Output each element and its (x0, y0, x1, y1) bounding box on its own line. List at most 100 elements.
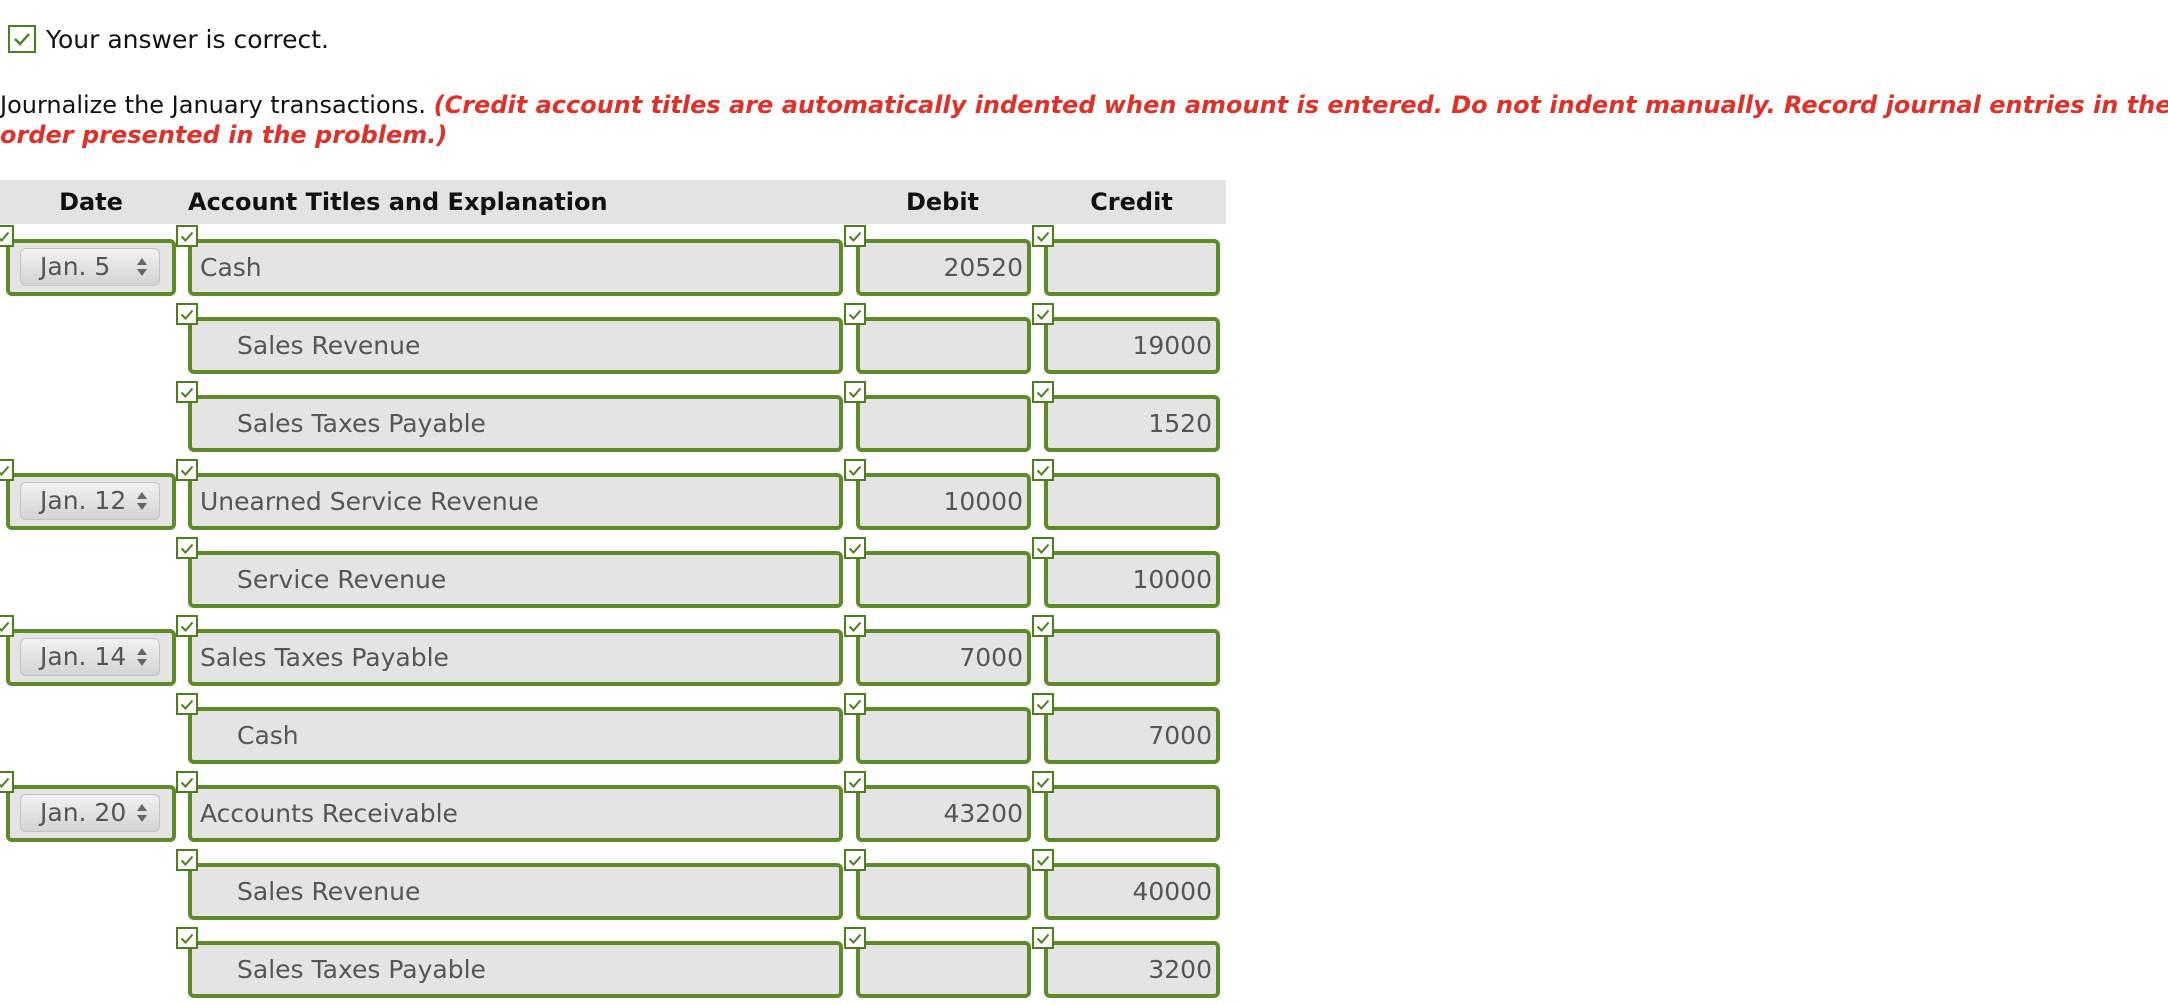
credit-check-icon (1032, 303, 1054, 325)
credit-input[interactable] (1044, 473, 1220, 530)
credit-check-icon (1032, 537, 1054, 559)
answer-status: Your answer is correct. (8, 22, 329, 56)
table-header: Date Account Titles and Explanation Debi… (0, 180, 1226, 224)
spinner-icon (137, 258, 147, 276)
debit-check-icon (844, 615, 866, 637)
account-column-header: Account Titles and Explanation (188, 188, 608, 216)
account-check-icon (176, 927, 198, 949)
date-value: Jan. 12 (40, 486, 127, 515)
debit-check-icon (844, 849, 866, 871)
debit-input[interactable] (856, 863, 1031, 920)
account-check-icon (176, 537, 198, 559)
account-title-input[interactable]: Service Revenue (188, 551, 843, 608)
credit-input[interactable]: 7000 (1044, 707, 1220, 764)
date-value: Jan. 14 (40, 642, 127, 671)
date-select[interactable]: Jan. 5 (6, 239, 176, 296)
check-icon (8, 25, 36, 53)
account-title-input[interactable]: Cash (188, 239, 843, 296)
credit-check-icon (1032, 459, 1054, 481)
credit-check-icon (1032, 771, 1054, 793)
debit-input[interactable]: 10000 (856, 473, 1031, 530)
spinner-icon (137, 804, 147, 822)
account-title-input[interactable]: Unearned Service Revenue (188, 473, 843, 530)
credit-check-icon (1032, 225, 1054, 247)
debit-input[interactable]: 43200 (856, 785, 1031, 842)
credit-input[interactable]: 3200 (1044, 941, 1220, 998)
debit-check-icon (844, 771, 866, 793)
debit-input[interactable] (856, 707, 1031, 764)
instructions: Journalize the January transactions. (Cr… (0, 90, 2168, 150)
date-check-icon (0, 459, 14, 481)
debit-check-icon (844, 537, 866, 559)
account-title-input[interactable]: Accounts Receivable (188, 785, 843, 842)
debit-input[interactable] (856, 317, 1031, 374)
credit-check-icon (1032, 381, 1054, 403)
account-check-icon (176, 459, 198, 481)
debit-input[interactable] (856, 551, 1031, 608)
account-title-input[interactable]: Sales Revenue (188, 317, 843, 374)
date-check-icon (0, 225, 14, 247)
credit-check-icon (1032, 849, 1054, 871)
credit-input[interactable] (1044, 785, 1220, 842)
date-select[interactable]: Jan. 20 (6, 785, 176, 842)
debit-check-icon (844, 303, 866, 325)
debit-check-icon (844, 927, 866, 949)
journal-row: Sales Taxes Payable 1520 (0, 381, 1226, 459)
account-check-icon (176, 849, 198, 871)
credit-input[interactable]: 1520 (1044, 395, 1220, 452)
date-select[interactable]: Jan. 12 (6, 473, 176, 530)
credit-check-icon (1032, 927, 1054, 949)
account-title-input[interactable]: Sales Revenue (188, 863, 843, 920)
debit-column-header: Debit (905, 188, 980, 216)
debit-check-icon (844, 693, 866, 715)
date-column-header: Date (59, 188, 123, 216)
date-select-control[interactable]: Jan. 5 (20, 248, 160, 286)
date-select[interactable]: Jan. 14 (6, 629, 176, 686)
debit-input[interactable]: 7000 (856, 629, 1031, 686)
date-select-control[interactable]: Jan. 20 (20, 794, 160, 832)
date-value: Jan. 5 (40, 252, 111, 281)
credit-input[interactable]: 10000 (1044, 551, 1220, 608)
account-title-input[interactable]: Sales Taxes Payable (188, 395, 843, 452)
account-check-icon (176, 771, 198, 793)
date-check-icon (0, 771, 14, 793)
instructions-prompt: Journalize the January transactions. (0, 91, 426, 119)
journal-row: Sales Revenue 40000 (0, 849, 1226, 927)
date-check-icon (0, 615, 14, 637)
account-check-icon (176, 303, 198, 325)
account-check-icon (176, 693, 198, 715)
credit-input[interactable]: 40000 (1044, 863, 1220, 920)
spinner-icon (137, 648, 147, 666)
journal-row: Jan. 14 Sales Taxes Payable 7000 (0, 615, 1226, 693)
date-value: Jan. 20 (40, 798, 127, 827)
journal-row: Jan. 20 Accounts Receivable 43200 (0, 771, 1226, 849)
spinner-icon (137, 492, 147, 510)
credit-column-header: Credit (1090, 188, 1173, 216)
account-check-icon (176, 615, 198, 637)
date-select-control[interactable]: Jan. 14 (20, 638, 160, 676)
account-title-input[interactable]: Sales Taxes Payable (188, 629, 843, 686)
journal-row: Sales Revenue 19000 (0, 303, 1226, 381)
date-select-control[interactable]: Jan. 12 (20, 482, 160, 520)
status-text: Your answer is correct. (46, 24, 329, 54)
credit-input[interactable]: 19000 (1044, 317, 1220, 374)
credit-input[interactable] (1044, 629, 1220, 686)
credit-input[interactable] (1044, 239, 1220, 296)
instructions-note-line1: (Credit account titles are automatically… (433, 91, 2168, 119)
debit-check-icon (844, 225, 866, 247)
debit-input[interactable] (856, 395, 1031, 452)
account-title-input[interactable]: Sales Taxes Payable (188, 941, 843, 998)
debit-check-icon (844, 459, 866, 481)
instructions-note-line2: order presented in the problem.) (0, 121, 448, 149)
debit-input[interactable] (856, 941, 1031, 998)
credit-check-icon (1032, 615, 1054, 637)
credit-check-icon (1032, 693, 1054, 715)
journal-row: Service Revenue 10000 (0, 537, 1226, 615)
journal-row: Cash 7000 (0, 693, 1226, 771)
journal-row: Sales Taxes Payable 3200 (0, 927, 1226, 1005)
debit-input[interactable]: 20520 (856, 239, 1031, 296)
account-check-icon (176, 381, 198, 403)
account-title-input[interactable]: Cash (188, 707, 843, 764)
debit-check-icon (844, 381, 866, 403)
journal-row: Jan. 12 Unearned Service Revenue 10000 (0, 459, 1226, 537)
